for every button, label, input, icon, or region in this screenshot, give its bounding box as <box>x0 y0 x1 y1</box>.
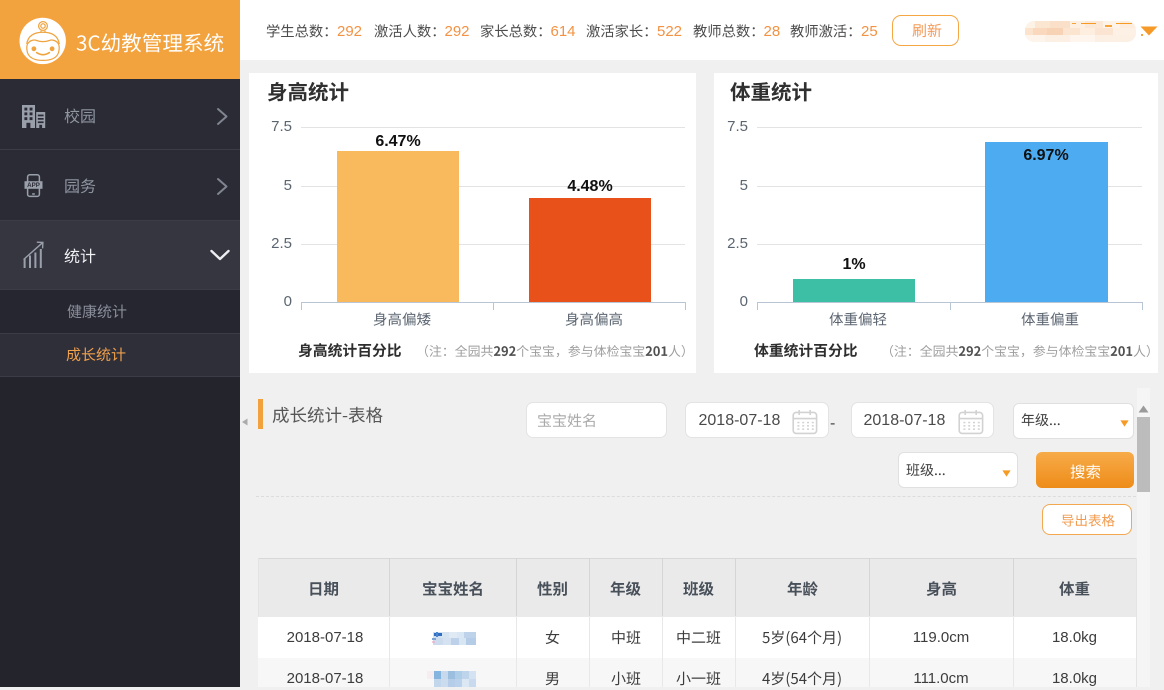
svg-text:APP: APP <box>27 182 40 189</box>
